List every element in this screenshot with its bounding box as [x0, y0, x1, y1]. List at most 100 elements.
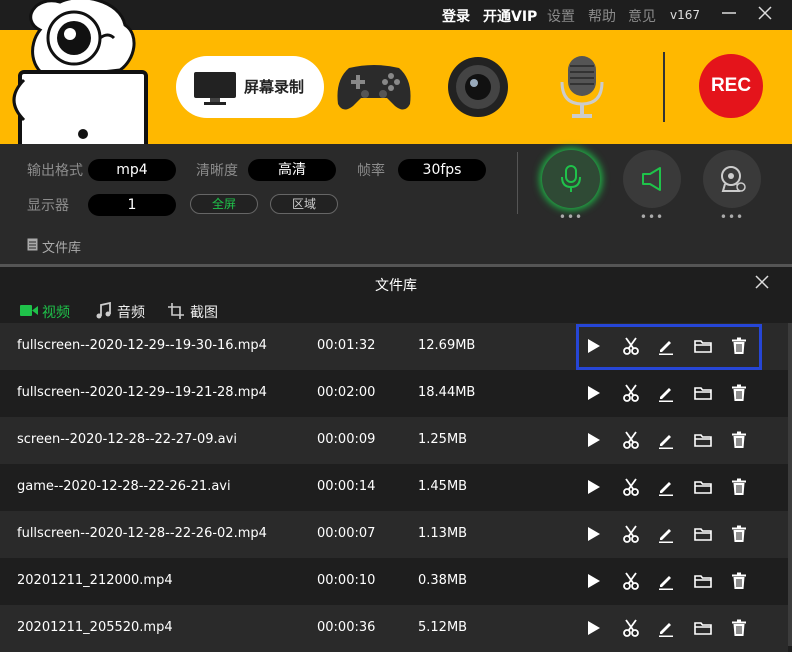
play-icon[interactable]: [583, 571, 603, 591]
speaker-toggle-button[interactable]: [623, 150, 681, 208]
file-duration: 00:02:00: [317, 385, 376, 400]
folder-icon[interactable]: [693, 477, 713, 497]
settings-panel: 输出格式 mp4 清晰度 高清 帧率 30fps 显示器 1 全屏 区域 •••…: [0, 144, 792, 230]
table-row[interactable]: 20201211_212000.mp4 00:00:10 0.38MB: [0, 558, 788, 605]
settings-link[interactable]: 设置: [547, 6, 575, 26]
edit-icon[interactable]: [656, 524, 676, 544]
rec-button[interactable]: REC: [699, 54, 763, 118]
edit-icon[interactable]: [656, 430, 676, 450]
scissors-icon[interactable]: [621, 524, 641, 544]
webcam-toggle-button[interactable]: [703, 150, 761, 208]
play-icon[interactable]: [583, 477, 603, 497]
trash-icon[interactable]: [729, 524, 749, 544]
monitor-icon: [194, 72, 236, 105]
display-label: 显示器: [27, 198, 69, 214]
webcam-more-dots[interactable]: •••: [703, 210, 761, 224]
edit-icon[interactable]: [656, 571, 676, 591]
table-row[interactable]: fullscreen--2020-12-28--22-26-02.mp4 00:0…: [0, 511, 788, 558]
trash-icon[interactable]: [729, 571, 749, 591]
fullscreen-button[interactable]: 全屏: [190, 194, 258, 214]
edit-icon[interactable]: [656, 618, 676, 638]
file-size: 5.12MB: [418, 620, 468, 635]
mic-more-dots[interactable]: •••: [542, 210, 600, 224]
row-actions-highlight: [576, 324, 762, 370]
file-name: 20201211_205520.mp4: [17, 620, 173, 635]
file-duration: 00:00:10: [317, 573, 376, 588]
play-icon[interactable]: [583, 618, 603, 638]
scissors-icon[interactable]: [621, 430, 641, 450]
file-size: 1.25MB: [418, 432, 468, 447]
trash-icon[interactable]: [729, 430, 749, 450]
mode-screen-record[interactable]: 屏幕录制: [176, 56, 324, 118]
scrollbar[interactable]: [788, 323, 792, 646]
file-duration: 00:01:32: [317, 338, 376, 353]
format-select[interactable]: mp4: [88, 159, 176, 181]
scissors-icon[interactable]: [621, 477, 641, 497]
display-select[interactable]: 1: [88, 194, 176, 216]
help-link[interactable]: 帮助: [588, 6, 616, 26]
microphone-icon[interactable]: [558, 54, 606, 122]
scissors-icon[interactable]: [621, 383, 641, 403]
tab-audio-label: 音频: [117, 305, 145, 321]
minimize-icon[interactable]: [720, 4, 738, 22]
file-size: 18.44MB: [418, 385, 476, 400]
play-icon[interactable]: [583, 383, 603, 403]
file-size: 1.45MB: [418, 479, 468, 494]
table-row[interactable]: screen--2020-12-28--22-27-09.avi 00:00:09…: [0, 417, 788, 464]
microphone-icon: [561, 165, 581, 192]
trash-icon[interactable]: [729, 383, 749, 403]
settings-divider: [517, 152, 518, 214]
file-name: game--2020-12-28--22-26-21.avi: [17, 479, 231, 494]
speaker-icon: [642, 167, 661, 191]
fps-select[interactable]: 30fps: [398, 159, 486, 181]
file-size: 0.38MB: [418, 573, 468, 588]
music-icon: [96, 302, 111, 319]
play-icon[interactable]: [583, 524, 603, 544]
table-row[interactable]: 20201211_205520.mp4 00:00:36 5.12MB: [0, 605, 788, 652]
tab-screenshot-label: 截图: [190, 305, 218, 321]
file-duration: 00:00:14: [317, 479, 376, 494]
file-size: 12.69MB: [418, 338, 476, 353]
library-bar[interactable]: 文件库: [0, 230, 792, 264]
edit-icon[interactable]: [656, 477, 676, 497]
mic-toggle-button[interactable]: [542, 150, 600, 208]
edit-icon[interactable]: [656, 383, 676, 403]
folder-icon[interactable]: [693, 571, 713, 591]
file-duration: 00:00:07: [317, 526, 376, 541]
mode-screen-label: 屏幕录制: [244, 78, 305, 96]
folder-icon[interactable]: [693, 383, 713, 403]
scissors-icon[interactable]: [621, 571, 641, 591]
rec-label: REC: [710, 75, 752, 96]
file-duration: 00:00:36: [317, 620, 376, 635]
dialog-title: 文件库: [375, 278, 417, 294]
quality-select[interactable]: 高清: [248, 159, 336, 181]
header-divider: [663, 52, 665, 122]
file-name: fullscreen--2020-12-28--22-26-02.mp4: [17, 526, 267, 541]
folder-icon[interactable]: [693, 430, 713, 450]
file-library-dialog: 文件库 视频 音频 截图 fullscreen--2020-12-29--19-…: [0, 264, 792, 652]
camera-icon[interactable]: [447, 56, 509, 118]
close-icon[interactable]: [756, 4, 774, 22]
table-row[interactable]: game--2020-12-28--22-26-21.avi 00:00:14 1.…: [0, 464, 788, 511]
close-icon[interactable]: [754, 274, 770, 290]
file-name: screen--2020-12-28--22-27-09.avi: [17, 432, 237, 447]
fps-label: 帧率: [357, 163, 385, 179]
trash-icon[interactable]: [729, 477, 749, 497]
scissors-icon[interactable]: [621, 618, 641, 638]
speaker-more-dots[interactable]: •••: [623, 210, 681, 224]
folder-icon[interactable]: [693, 618, 713, 638]
table-row[interactable]: fullscreen--2020-12-29--19-21-28.mp4 00:0…: [0, 370, 788, 417]
format-label: 输出格式: [27, 163, 83, 179]
feedback-link[interactable]: 意见: [628, 6, 656, 26]
screenshot-icon: [168, 303, 184, 319]
vip-link[interactable]: 开通VIP: [483, 6, 537, 26]
trash-icon[interactable]: [729, 618, 749, 638]
region-button[interactable]: 区域: [270, 194, 338, 214]
login-link[interactable]: 登录: [442, 6, 470, 26]
gamepad-icon[interactable]: [335, 60, 413, 114]
folder-icon[interactable]: [693, 524, 713, 544]
file-list: fullscreen--2020-12-29--19-30-16.mp4 00:0…: [0, 323, 788, 652]
mode-header: 屏幕录制 REC: [0, 0, 792, 174]
webcam-icon: [721, 166, 746, 192]
play-icon[interactable]: [583, 430, 603, 450]
